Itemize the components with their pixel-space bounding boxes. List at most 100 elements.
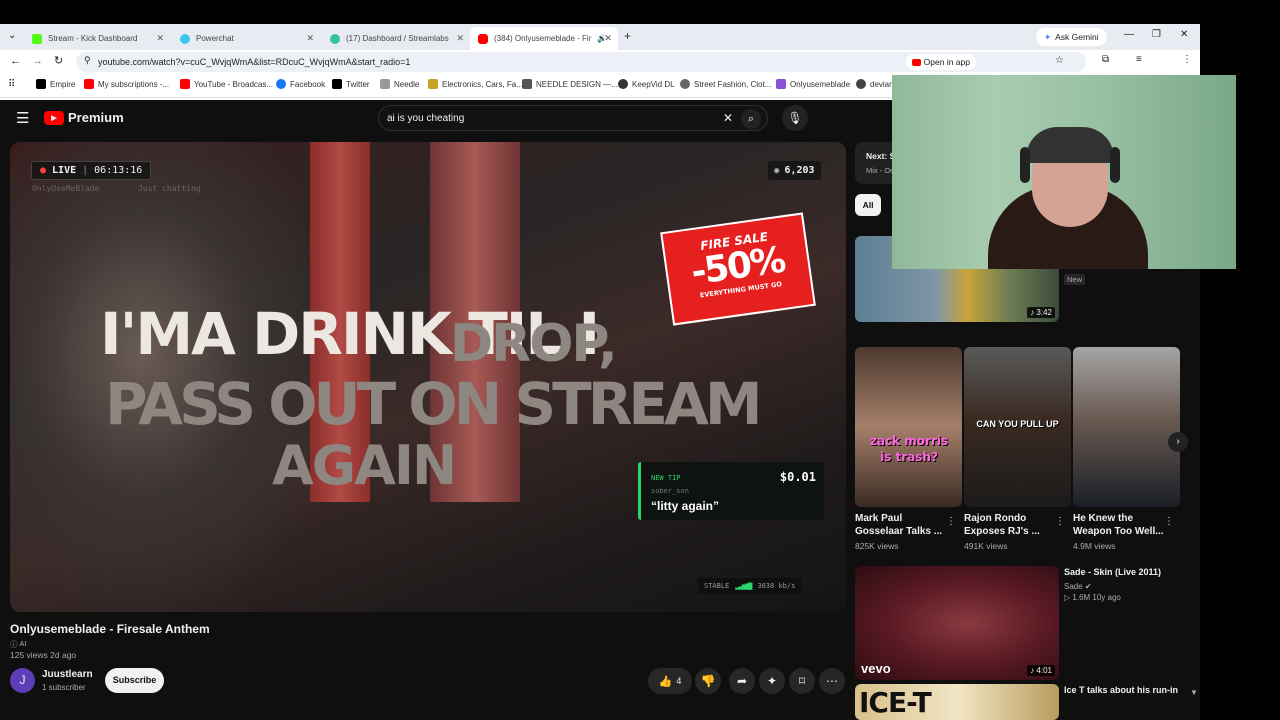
channel-name[interactable]: Juustlearn: [42, 669, 93, 680]
forward-icon[interactable]: →: [32, 55, 43, 67]
more-options-icon[interactable]: ⋮: [946, 516, 956, 527]
bookmark-needle[interactable]: Needle: [380, 79, 419, 89]
short-info[interactable]: Rajon Rondo Exposes RJ's ... 491K views: [964, 512, 1056, 551]
close-tab-icon[interactable]: ✕: [306, 33, 314, 44]
back-icon[interactable]: ←: [10, 55, 21, 67]
short-views: 4.9M views: [1073, 541, 1116, 551]
bookmark-needle-design[interactable]: NEEDLE DESIGN —...: [522, 79, 618, 89]
close-tab-icon[interactable]: ✕: [456, 33, 464, 44]
apps-grid-icon[interactable]: ⠿: [8, 79, 15, 90]
search-input[interactable]: ai is you cheating ✕ ⌕: [378, 105, 768, 131]
tab-title: Powerchat: [196, 34, 234, 43]
subscribe-button[interactable]: Subscribe: [105, 668, 164, 693]
bookmark-icon: ⌑: [798, 674, 806, 688]
bookmark-onlyusemeblade[interactable]: Onlyusemeblade: [776, 79, 850, 89]
scroll-down-icon[interactable]: ▼: [1190, 688, 1198, 697]
extensions-icon[interactable]: ⧉: [1102, 54, 1109, 65]
youtube-logo[interactable]: ▶ Premium: [44, 110, 124, 125]
new-tab-icon[interactable]: +: [624, 29, 631, 43]
vevo-logo: vevo: [861, 661, 891, 676]
video-thumbnail[interactable]: ICE-T: [855, 684, 1059, 720]
video-info[interactable]: Ice T talks about his run-in: [1064, 684, 1184, 697]
dislike-button[interactable]: 👎: [695, 668, 721, 694]
tab-title: Stream - Kick Dashboard: [48, 34, 138, 43]
tab-youtube[interactable]: (384) Onlyusemeblade - Fir 🔊 ✕: [470, 27, 618, 50]
reading-list-icon[interactable]: ≡: [1136, 54, 1142, 65]
video-thumbnail[interactable]: vevo ♪ 4:01: [855, 566, 1059, 680]
save-button[interactable]: ⌑: [789, 668, 815, 694]
chip-all[interactable]: All: [855, 194, 881, 216]
minimize-icon[interactable]: —: [1124, 29, 1134, 40]
bookmark-electronics[interactable]: Electronics, Cars, Fa...: [428, 79, 523, 89]
lyric-line-1-faded: DROP,: [450, 314, 618, 374]
ask-gemini-button[interactable]: ✦ Ask Gemini: [1036, 28, 1107, 46]
clear-search-icon[interactable]: ✕: [723, 111, 733, 125]
site-info-icon[interactable]: ⚲: [84, 55, 91, 66]
bookmark-youtube-broadcast[interactable]: YouTube - Broadcas...: [180, 79, 273, 89]
bookmark-label: devian: [870, 79, 894, 89]
short-thumbnail[interactable]: CAN YOU PULL UP: [964, 347, 1071, 507]
tab-kick[interactable]: Stream - Kick Dashboard ✕: [24, 27, 170, 50]
more-actions-button[interactable]: ⋯: [819, 668, 845, 694]
short-title: Rajon Rondo Exposes RJ's ...: [964, 513, 1040, 537]
like-button[interactable]: 👍 4: [648, 668, 692, 694]
video-info[interactable]: Sade - Skin (Live 2011) Sade ✔ ▷ 1.6M 10…: [1064, 566, 1184, 602]
more-options-icon[interactable]: ⋮: [1164, 516, 1174, 527]
short-thumbnail[interactable]: zack morris is trash?: [855, 347, 962, 507]
open-in-app-button[interactable]: Open in app: [905, 54, 976, 70]
video-title: Sade - Skin (Live 2011): [1064, 567, 1162, 577]
restore-icon[interactable]: ❐: [1152, 29, 1161, 40]
bookmark-devian[interactable]: devian: [856, 79, 894, 89]
close-window-icon[interactable]: ✕: [1180, 29, 1188, 40]
address-bar[interactable]: ⚲ youtube.com/watch?v=cuC_WvjqWmA&list=R…: [76, 52, 1086, 72]
short-info[interactable]: He Knew the Weapon Too Well... 4.9M view…: [1073, 512, 1165, 551]
hamburger-menu-icon[interactable]: ☰: [16, 109, 29, 127]
duration: 3:42: [1036, 308, 1052, 317]
bookmark-twitter[interactable]: Twitter: [332, 79, 370, 89]
channel-avatar[interactable]: J: [10, 668, 35, 693]
close-tab-icon[interactable]: ✕: [156, 33, 164, 44]
tab-search-icon[interactable]: ⌄: [8, 30, 16, 41]
video-player[interactable]: ● LIVE | 06:13:16 OnlyUseMeBlade Just ch…: [10, 142, 846, 612]
eye-icon: ◉: [774, 165, 780, 176]
short-caption: zack morris is trash?: [869, 434, 949, 464]
short-info[interactable]: Mark Paul Gosselaar Talks ... 825K views: [855, 512, 947, 551]
globe-icon: [680, 79, 690, 89]
bookmark-street-fashion[interactable]: Street Fashion, Clot...: [680, 79, 771, 89]
menu-dots-icon[interactable]: ⋮: [1182, 54, 1192, 65]
ask-button[interactable]: ✦: [759, 668, 785, 694]
bookmark-subscriptions[interactable]: My subscriptions -...: [84, 79, 169, 89]
logo-text: Premium: [68, 110, 124, 125]
address-row: ← → ↻ ⚲ youtube.com/watch?v=cuC_WvjqWmA&…: [0, 50, 1200, 74]
more-options-icon[interactable]: ⋮: [1055, 516, 1065, 527]
short-thumbnail[interactable]: [1073, 347, 1180, 507]
tab-powerchat[interactable]: Powerchat ✕: [172, 27, 320, 50]
bookmark-label: Needle: [394, 79, 420, 89]
chevron-right-icon[interactable]: ›: [1168, 432, 1188, 452]
bookmark-label: Onlyusemeblade: [790, 79, 851, 89]
youtube-play-icon: ▶: [44, 110, 64, 125]
up-next-panel[interactable]: Next: S Mix - Or: [855, 142, 895, 184]
close-tab-icon[interactable]: ✕: [604, 33, 612, 44]
microphone-icon[interactable]: 🎙: [782, 105, 808, 131]
streamlabs-icon: [330, 33, 340, 44]
bookmark-label: Electronics, Cars, Fa...: [442, 79, 523, 89]
reload-icon[interactable]: ↻: [54, 54, 63, 67]
live-timer: 06:13:16: [94, 165, 143, 176]
bookmark-facebook[interactable]: Facebook: [276, 79, 325, 89]
bookmark-label: My subscriptions -...: [98, 79, 170, 89]
thumbs-down-icon: 👎: [700, 674, 716, 688]
viewer-count-value: 6,203: [784, 165, 815, 176]
search-icon[interactable]: ⌕: [741, 109, 761, 129]
bookmark-star-icon[interactable]: ☆: [1055, 55, 1064, 66]
thumbs-up-icon: 👍: [658, 675, 673, 688]
bookmark-keepvid[interactable]: KeepVid DL: [618, 79, 675, 89]
verified-icon: ✔: [1084, 582, 1092, 591]
thumbnail-text: ICE-T: [859, 686, 932, 719]
share-button[interactable]: ➦: [729, 668, 755, 694]
tip-amount: $0.01: [779, 470, 816, 484]
tab-streamlabs[interactable]: (17) Dashboard / Streamlabs ✕: [322, 27, 470, 50]
live-dot-icon: ●: [40, 165, 47, 176]
bookmark-empire[interactable]: Empire: [36, 79, 75, 89]
tip-alert: NEW TIP $0.01 sober_son “litty again”: [638, 462, 824, 520]
